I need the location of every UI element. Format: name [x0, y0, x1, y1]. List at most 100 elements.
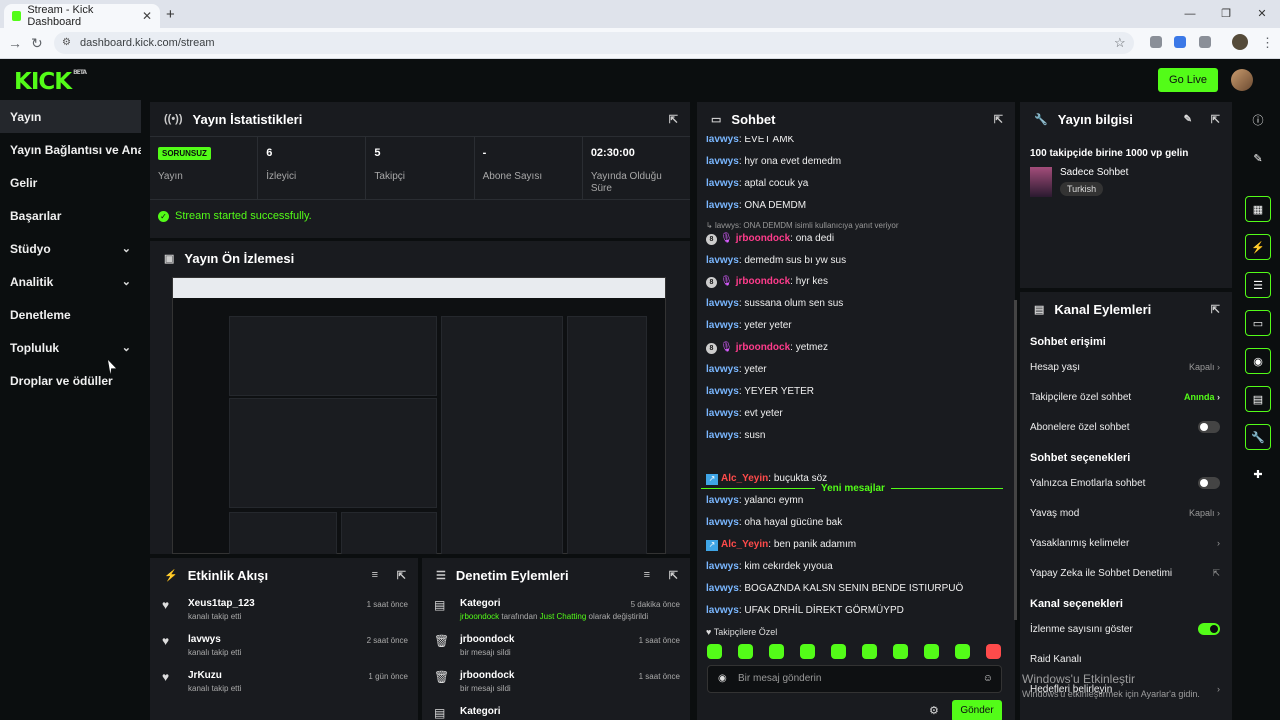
popout-icon[interactable]: ⇱: [669, 569, 678, 582]
kick-logo[interactable]: KICK BETA: [14, 69, 87, 95]
chat-settings-icon[interactable]: ⚙: [929, 704, 939, 717]
chat-username[interactable]: lavwys: [706, 517, 739, 528]
sidebar-item-achievements[interactable]: Başarılar: [0, 199, 141, 232]
chat-message[interactable]: lavwys: EVET AMK: [706, 136, 794, 145]
new-tab-icon[interactable]: +: [166, 6, 175, 23]
sidebar-item-revenue[interactable]: Gelir: [0, 166, 141, 199]
chat-message[interactable]: 8 🎙 jrboondock: yetmez: [706, 342, 828, 354]
raid-row[interactable]: Raid Kanalı: [1020, 644, 1232, 674]
emote-icon[interactable]: [769, 644, 784, 659]
chat-username[interactable]: lavwys: [706, 605, 739, 616]
chat-username[interactable]: Alc_Yeyin: [721, 539, 768, 550]
wrench-widget-icon[interactable]: 🔧: [1245, 424, 1271, 450]
emote-icon[interactable]: [986, 644, 1001, 659]
chat-username[interactable]: lavwys: [706, 561, 739, 572]
popout-icon[interactable]: ⇱: [397, 569, 406, 582]
sidebar-item-studio[interactable]: Stüdyo ⌄: [0, 232, 141, 265]
chat-username[interactable]: lavwys: [706, 408, 739, 419]
show-viewers-toggle[interactable]: [1198, 623, 1220, 635]
chat-message[interactable]: lavwys: ONA DEMDM: [706, 200, 806, 211]
broadcast-widget-icon[interactable]: ◉: [1245, 348, 1271, 374]
chat-username[interactable]: lavwys: [706, 255, 739, 266]
chat-username[interactable]: lavwys: [706, 495, 739, 506]
emoji-icon[interactable]: ☺: [983, 666, 993, 692]
lightning-widget-icon[interactable]: ⚡: [1245, 234, 1271, 260]
chat-message[interactable]: 8 🎙 jrboondock: ona dedi: [706, 233, 834, 245]
sidebar-item-community[interactable]: Topluluk ⌄: [0, 331, 141, 364]
minimize-icon[interactable]: —: [1172, 0, 1208, 28]
subs-only-toggle[interactable]: [1198, 421, 1220, 433]
translate-extension-icon[interactable]: [1174, 36, 1186, 48]
chat-message[interactable]: lavwys: demedm sus bı yw sus: [706, 255, 846, 266]
emote-icon[interactable]: [862, 644, 877, 659]
filter-icon[interactable]: ≡: [644, 569, 650, 581]
emote-icon[interactable]: [955, 644, 970, 659]
chat-username[interactable]: Alc_Yeyin: [721, 473, 768, 484]
chat-username[interactable]: jrboondock: [736, 276, 790, 287]
sidebar-item-analytics[interactable]: Analitik ⌄: [0, 265, 141, 298]
forward-icon[interactable]: →: [8, 35, 22, 51]
site-info-icon[interactable]: ⚙: [62, 32, 71, 54]
chat-message[interactable]: lavwys: hyr ona evet demedm: [706, 156, 841, 167]
reload-icon[interactable]: ↻: [31, 35, 43, 52]
chat-widget-icon[interactable]: ▭: [1245, 310, 1271, 336]
address-bar[interactable]: ⚙ dashboard.kick.com/stream: [54, 32, 1134, 54]
account-age-row[interactable]: Hesap yaşı Kapalı ›: [1020, 352, 1232, 382]
popout-icon[interactable]: ⇱: [669, 113, 678, 126]
banned-words-row[interactable]: Yasaklanmış kelimeler ›: [1020, 528, 1232, 558]
chat-message[interactable]: lavwys: kim cekırdek yıyoua: [706, 561, 833, 572]
chat-message[interactable]: lavwys: UFAK DRHİL DİREKT GÖRMÜYPD: [706, 605, 904, 616]
add-widget-icon[interactable]: ✚: [1245, 462, 1271, 488]
chat-message[interactable]: ↗ Alc_Yeyin: ben panik adamım: [706, 539, 856, 551]
chat-message[interactable]: lavwys: susn: [706, 430, 766, 441]
chat-username[interactable]: jrboondock: [736, 233, 790, 244]
filter-icon[interactable]: ≡: [372, 569, 378, 581]
send-button[interactable]: Gönder: [952, 700, 1002, 720]
emote-icon[interactable]: [924, 644, 939, 659]
chat-message[interactable]: lavwys: oha hayal gücüne bak: [706, 517, 842, 528]
close-tab-icon[interactable]: ✕: [142, 9, 152, 23]
ai-moderation-row[interactable]: Yapay Zeka ile Sohbet Denetimi ⇱: [1020, 558, 1232, 588]
emote-icon[interactable]: [831, 644, 846, 659]
chat-username[interactable]: lavwys: [706, 200, 739, 211]
list-widget-icon[interactable]: ☰: [1245, 272, 1271, 298]
shield-extension-icon[interactable]: [1150, 36, 1162, 48]
emote-icon[interactable]: [707, 644, 722, 659]
chat-message[interactable]: lavwys: yeter yeter: [706, 320, 792, 331]
chat-username[interactable]: lavwys: [706, 136, 739, 145]
stats-widget-icon[interactable]: ▦: [1245, 196, 1271, 222]
chat-message[interactable]: 8 🎙 jrboondock: hyr kes: [706, 276, 828, 288]
restore-icon[interactable]: ❐: [1208, 0, 1244, 28]
chat-message[interactable]: lavwys: YEYER YETER: [706, 386, 814, 397]
chat-scrollbar[interactable]: [1014, 300, 1017, 620]
sidebar-item-drops[interactable]: Droplar ve ödüller: [0, 364, 141, 397]
chat-username[interactable]: lavwys: [706, 430, 739, 441]
info-icon[interactable]: ⓘ: [1245, 108, 1271, 134]
user-avatar[interactable]: [1231, 69, 1253, 91]
sidebar-item-moderation[interactable]: Denetleme: [0, 298, 141, 331]
chat-username[interactable]: lavwys: [706, 583, 739, 594]
chat-username[interactable]: lavwys: [706, 320, 739, 331]
pencil-icon[interactable]: ✎: [1245, 146, 1271, 172]
followers-only-row[interactable]: Takipçilere özel sohbet Anında ›: [1020, 382, 1232, 412]
chat-username[interactable]: lavwys: [706, 298, 739, 309]
chat-message[interactable]: lavwys: BOGAZNDA KALSN SENIN BENDE ISTIU…: [706, 583, 963, 594]
sidebar-item-stream[interactable]: Yayın: [0, 100, 141, 133]
sidebar-item-stream-key[interactable]: Yayın Bağlantısı ve Anahtarı: [0, 133, 141, 166]
browser-profile-avatar[interactable]: [1232, 34, 1248, 50]
chat-username[interactable]: lavwys: [706, 386, 739, 397]
bookmark-star-icon[interactable]: ☆: [1114, 35, 1126, 51]
server-widget-icon[interactable]: ▤: [1245, 386, 1271, 412]
chat-input[interactable]: ◉ Bir mesaj gönderin ☺: [707, 665, 1002, 693]
puzzle-extensions-icon[interactable]: [1199, 36, 1211, 48]
chat-message[interactable]: ↗ Alc_Yeyin: buçukta söz: [706, 473, 827, 485]
emote-only-toggle[interactable]: [1198, 477, 1220, 489]
emote-icon[interactable]: [800, 644, 815, 659]
emote-icon[interactable]: [738, 644, 753, 659]
chat-message[interactable]: lavwys: yalancı eymn: [706, 495, 803, 506]
popout-icon[interactable]: ⇱: [994, 113, 1003, 126]
browser-menu-icon[interactable]: ⋮: [1261, 35, 1274, 51]
slow-mode-row[interactable]: Yavaş mod Kapalı ›: [1020, 498, 1232, 528]
stream-preview-video[interactable]: [172, 277, 666, 554]
chat-username[interactable]: lavwys: [706, 156, 739, 167]
